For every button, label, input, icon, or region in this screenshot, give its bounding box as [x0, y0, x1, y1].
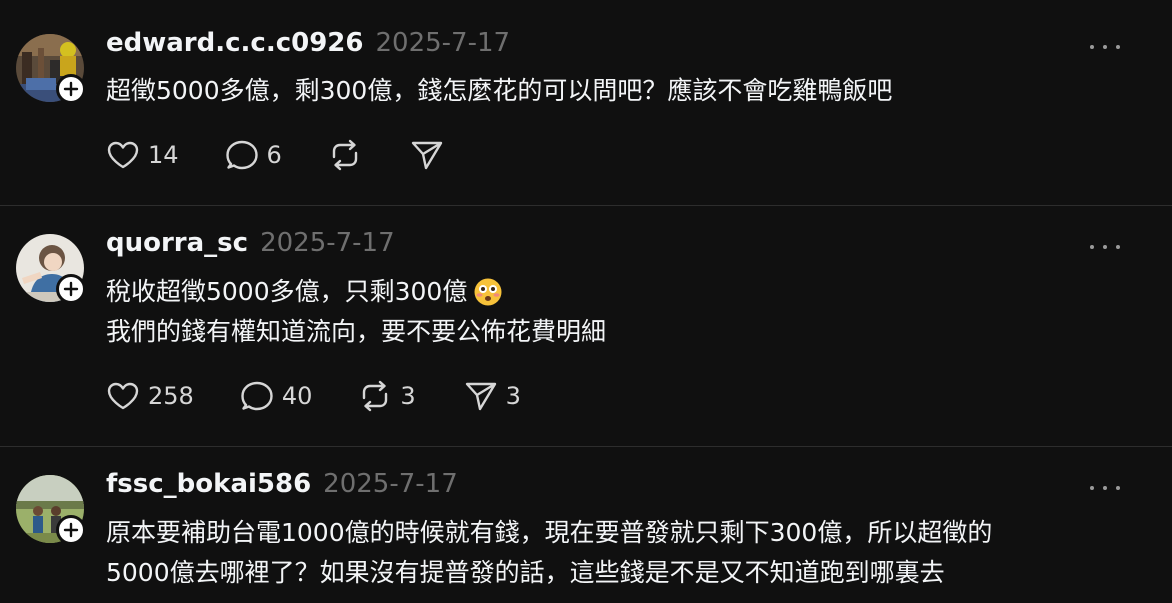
flushed-face-emoji-icon — [474, 278, 502, 306]
more-options-button[interactable] — [1090, 37, 1120, 57]
post-text-line: 稅收超徵5000多億，只剩300億 — [106, 277, 468, 306]
post-text-line: 原本要補助台電1000億的時候就有錢，現在要普發就只剩下300億，所以超徵的 — [106, 518, 993, 547]
reply-button[interactable]: 40 — [240, 380, 313, 412]
repost-count: 3 — [400, 382, 416, 410]
reply-count: 6 — [266, 141, 282, 169]
post-header: edward.c.c.c0926 2025-7-17 — [106, 28, 510, 58]
like-count: 258 — [148, 382, 194, 410]
like-count: 14 — [148, 141, 179, 169]
more-options-button[interactable] — [1090, 237, 1120, 257]
plus-icon — [63, 281, 79, 297]
repost-icon — [363, 380, 388, 412]
post-text-line: 5000億去哪裡了？如果沒有提普發的話，這些錢是不是又不知道跑到哪裏去 — [106, 558, 945, 587]
share-button[interactable]: 3 — [464, 380, 521, 412]
follow-button[interactable] — [56, 515, 86, 545]
action-bar: 14 6 — [106, 137, 444, 173]
send-icon — [411, 141, 443, 170]
username[interactable]: edward.c.c.c0926 — [106, 28, 363, 58]
like-button[interactable]: 258 — [106, 381, 194, 411]
more-options-button[interactable] — [1090, 478, 1120, 498]
action-bar: 258 40 3 3 — [106, 378, 521, 414]
post-date: 2025-7-17 — [323, 469, 458, 499]
plus-icon — [63, 81, 79, 97]
plus-icon — [63, 522, 79, 538]
follow-button[interactable] — [56, 274, 86, 304]
post-text: 超徵5000多億，剩300億，錢怎麼花的可以問吧？應該不會吃雞鴨飯吧 — [106, 71, 892, 111]
reply-count: 40 — [281, 382, 313, 410]
post-date: 2025-7-17 — [260, 228, 395, 258]
post-3: fssc_bokai586 2025-7-17 原本要補助台電1000億的時候就… — [0, 447, 1172, 603]
post-1: edward.c.c.c0926 2025-7-17 超徵5000多億，剩300… — [0, 0, 1172, 205]
repost-icon — [332, 139, 358, 171]
repost-button[interactable]: 3 — [358, 379, 416, 413]
username[interactable]: quorra_sc — [106, 228, 248, 258]
comment-icon — [225, 140, 258, 170]
post-date: 2025-7-17 — [375, 28, 511, 58]
share-button[interactable] — [410, 139, 444, 171]
like-button[interactable]: 14 — [106, 140, 179, 170]
repost-button[interactable] — [328, 138, 362, 172]
share-count: 3 — [505, 382, 521, 410]
follow-button[interactable] — [56, 74, 86, 104]
post-text: 稅收超徵5000多億，只剩300億 我們的錢有權知道流向，要不要公佈花費明細 — [106, 272, 606, 352]
username[interactable]: fssc_bokai586 — [106, 469, 311, 499]
post-text-line: 超徵5000多億，剩300億，錢怎麼花的可以問吧？應該不會吃雞鴨飯吧 — [106, 76, 893, 105]
reply-button[interactable]: 6 — [225, 139, 282, 171]
post-header: quorra_sc 2025-7-17 — [106, 228, 395, 258]
heart-icon — [107, 382, 139, 410]
post-header: fssc_bokai586 2025-7-17 — [106, 469, 458, 499]
post-2: quorra_sc 2025-7-17 稅收超徵5000多億，只剩300億 我們… — [0, 206, 1172, 446]
post-text: 原本要補助台電1000億的時候就有錢，現在要普發就只剩下300億，所以超徵的 5… — [106, 513, 992, 593]
send-icon — [465, 382, 496, 411]
comment-icon — [241, 381, 273, 411]
heart-icon — [107, 141, 139, 169]
post-text-line: 我們的錢有權知道流向，要不要公佈花費明細 — [106, 317, 607, 346]
